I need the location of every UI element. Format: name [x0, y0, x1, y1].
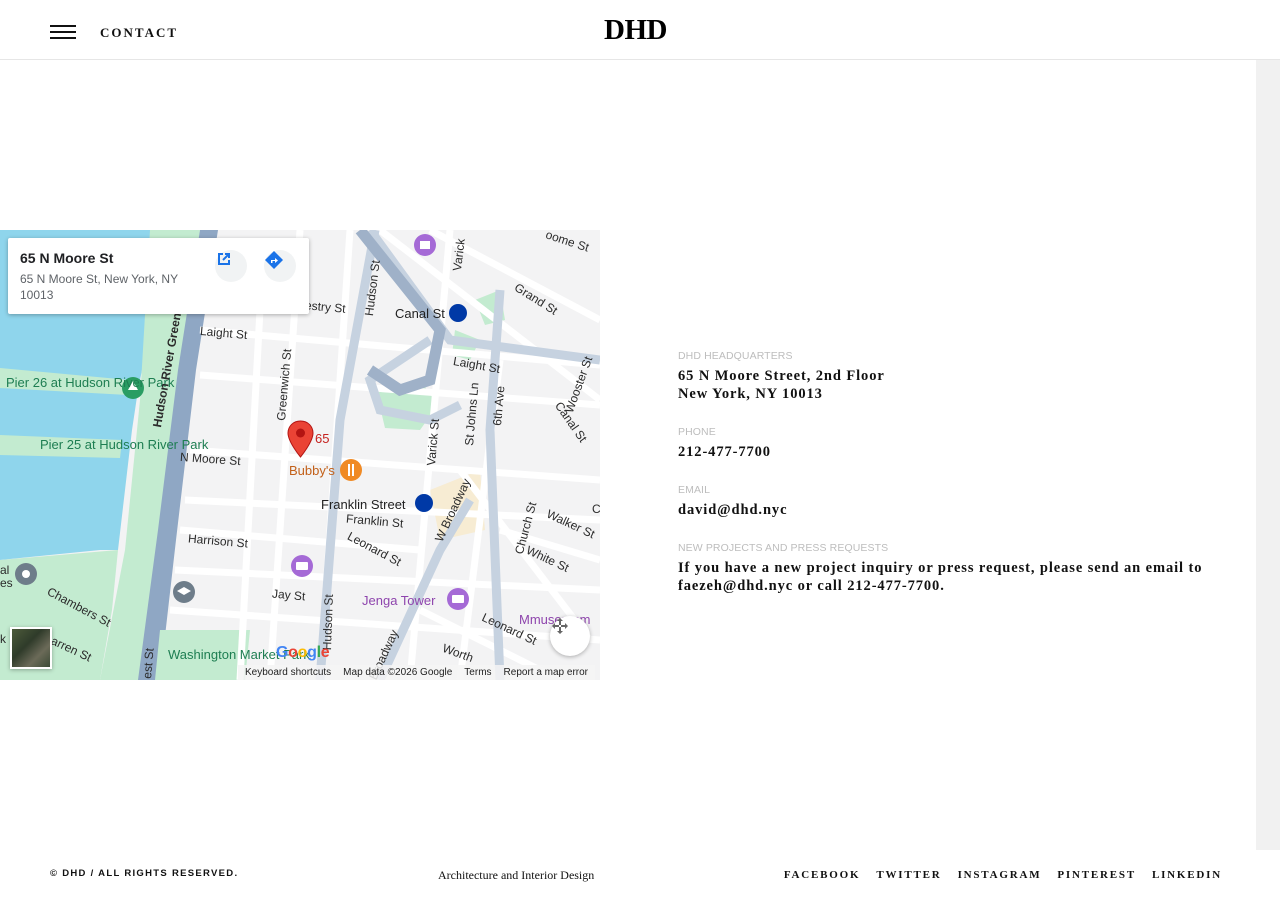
instagram-link[interactable]: INSTAGRAM — [958, 869, 1042, 881]
hq-address-line2: New York, NY 10013 — [678, 386, 823, 402]
scrollbar-track[interactable] — [1256, 60, 1280, 850]
footer-tagline: Architecture and Interior Design — [438, 868, 595, 882]
map-label-jay-st: Jay St — [271, 586, 306, 604]
hq-address: 65 N Moore Street, 2nd Floor New York, N… — [678, 367, 885, 403]
email-link[interactable]: david@dhd.nyc — [678, 502, 787, 518]
map-label-pin: 65 — [315, 431, 330, 446]
museum-icon[interactable] — [413, 233, 437, 261]
external-link-icon — [218, 253, 230, 265]
map-label-hudson-st-bottom: Hudson St — [320, 593, 336, 651]
map-label-left-es: es — [0, 576, 13, 590]
terms-link[interactable]: Terms — [464, 667, 491, 678]
linkedin-link[interactable]: LINKEDIN — [1152, 869, 1222, 881]
report-map-error-link[interactable]: Report a map error — [504, 667, 588, 678]
camera-icon[interactable] — [446, 587, 470, 615]
map-label-left-k: k — [0, 632, 6, 646]
keyboard-shortcuts-link[interactable]: Keyboard shortcuts — [245, 667, 331, 678]
map-label-right-c: C — [592, 502, 600, 516]
satellite-toggle-button[interactable] — [10, 627, 52, 669]
fullscreen-button[interactable] — [550, 616, 590, 656]
subway-icon[interactable] — [414, 493, 434, 513]
restaurant-icon[interactable] — [339, 458, 363, 486]
email-section: EMAIL david@dhd.nyc — [678, 484, 787, 519]
email-label: EMAIL — [678, 484, 711, 496]
school-icon[interactable] — [172, 580, 196, 608]
social-links: FACEBOOK TWITTER INSTAGRAM PINTEREST LIN… — [784, 869, 1222, 881]
place-icon[interactable] — [14, 562, 38, 590]
directions-button[interactable] — [264, 250, 296, 282]
press-label: NEW PROJECTS AND PRESS REQUESTS — [678, 542, 889, 554]
phone-link[interactable]: 212-477-7700 — [678, 444, 771, 460]
site-logo[interactable]: DHD — [604, 14, 667, 47]
map-label-pier25: Pier 25 at Hudson River Park — [40, 437, 209, 452]
hq-label: DHD HEADQUARTERS — [678, 350, 793, 362]
facebook-link[interactable]: FACEBOOK — [784, 869, 861, 881]
map-label-pier26: Pier 26 at Hudson River Park — [6, 375, 175, 390]
directions-icon — [265, 251, 283, 269]
location-pin-icon[interactable] — [287, 420, 314, 458]
press-text: If you have a new project inquiry or pre… — [678, 560, 1203, 594]
map-label-canal-st: Canal St — [395, 306, 445, 321]
open-in-maps-button[interactable] — [215, 250, 247, 282]
pinterest-link[interactable]: PINTEREST — [1057, 869, 1136, 881]
map-label-franklin-street: Franklin Street — [321, 497, 406, 512]
hq-section: DHD HEADQUARTERS 65 N Moore Street, 2nd … — [678, 350, 885, 403]
site-header: CONTACT DHD — [0, 0, 1280, 60]
map-label-left-al: al — [0, 563, 10, 577]
twitter-link[interactable]: TWITTER — [876, 869, 941, 881]
map-attribution-bar: Keyboard shortcuts Map data ©2026 Google… — [238, 665, 596, 680]
map-info-card: 65 N Moore St 65 N Moore St, New York, N… — [8, 238, 309, 314]
map-info-title: 65 N Moore St — [20, 250, 114, 266]
copyright-text: © DHD / ALL RIGHTS RESERVED. — [50, 868, 239, 879]
camera-icon[interactable] — [290, 554, 314, 582]
map-label-jenga-tower[interactable]: Jenga Tower — [362, 593, 435, 608]
phone-label: PHONE — [678, 426, 716, 438]
expand-icon — [552, 618, 568, 634]
nav-contact-link[interactable]: CONTACT — [100, 25, 178, 41]
hq-address-line1: 65 N Moore Street, 2nd Floor — [678, 368, 885, 384]
subway-icon[interactable] — [448, 303, 468, 323]
menu-icon[interactable] — [50, 24, 76, 40]
google-map[interactable]: Pier 26 at Hudson River Park Pier 25 at … — [0, 230, 600, 680]
press-section: NEW PROJECTS AND PRESS REQUESTS If you h… — [678, 542, 1218, 595]
phone-section: PHONE 212-477-7700 — [678, 426, 771, 461]
map-label-bubbys[interactable]: Bubby's — [289, 463, 335, 478]
map-label-west-st: est St — [140, 647, 157, 680]
map-data-text: Map data ©2026 Google — [343, 667, 453, 678]
google-logo: Google — [276, 644, 330, 661]
map-info-address: 65 N Moore St, New York, NY 10013 — [20, 272, 178, 302]
